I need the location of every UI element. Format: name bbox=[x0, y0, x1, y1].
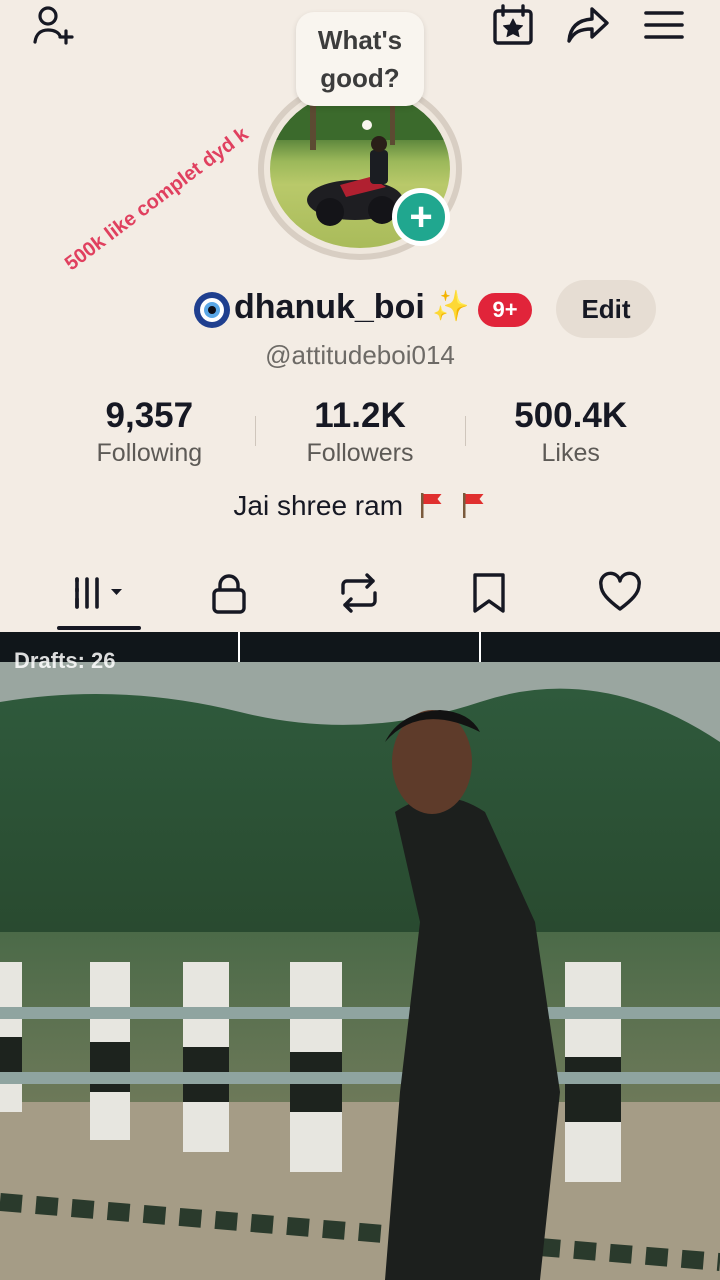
share-icon[interactable] bbox=[564, 2, 612, 48]
red-flag-icon bbox=[462, 493, 484, 518]
menu-icon[interactable] bbox=[640, 2, 688, 48]
tab-videos[interactable] bbox=[40, 560, 160, 626]
followers-count: 11.2K bbox=[314, 396, 406, 435]
username: dhanuk_boi bbox=[234, 288, 425, 326]
videos-grid-icon bbox=[75, 577, 122, 609]
stat-followers[interactable]: 11.2K Followers bbox=[254, 394, 466, 474]
speech-bubble[interactable]: What's good? bbox=[296, 12, 424, 106]
bio: Jai shree ram bbox=[0, 490, 720, 522]
sparkle-icon: ✨ bbox=[432, 290, 470, 323]
drafts-label[interactable]: Drafts: 26 bbox=[14, 648, 115, 674]
add-story-icon[interactable]: + bbox=[392, 188, 450, 246]
video-thumbnail[interactable] bbox=[0, 662, 720, 1280]
tab-private[interactable] bbox=[169, 560, 289, 626]
private-lock-icon bbox=[212, 574, 246, 614]
tab-liked[interactable] bbox=[560, 560, 680, 626]
following-count: 9,357 bbox=[105, 396, 194, 435]
likes-label: Likes bbox=[541, 439, 600, 467]
name-row: dhanuk_boi ✨ 9+ Edit bbox=[0, 280, 720, 338]
promo-text: 500k like complet dyd k bbox=[60, 123, 253, 276]
stats-row: 9,357 Following 11.2K Followers 500.4K L… bbox=[44, 394, 676, 474]
tab-favorites[interactable] bbox=[429, 560, 549, 626]
favorites-bookmark-icon bbox=[473, 573, 505, 613]
stat-likes[interactable]: 500.4K Likes bbox=[465, 394, 676, 474]
tab-reposts[interactable] bbox=[299, 560, 419, 626]
edit-profile-button[interactable]: Edit bbox=[556, 280, 656, 338]
followers-label: Followers bbox=[306, 439, 414, 467]
bio-text: Jai shree ram bbox=[233, 490, 404, 521]
video-grid: Drafts: 26 bbox=[0, 632, 720, 1280]
reposts-icon bbox=[341, 573, 377, 613]
add-friend-icon[interactable] bbox=[30, 2, 78, 48]
evil-eye-icon bbox=[194, 292, 230, 328]
liked-heart-icon bbox=[599, 571, 641, 611]
notification-badge[interactable]: 9+ bbox=[475, 290, 535, 330]
red-flag-icon bbox=[420, 493, 442, 518]
profile-tabs bbox=[0, 560, 720, 632]
creator-calendar-icon[interactable] bbox=[489, 2, 537, 48]
active-tab-indicator bbox=[57, 626, 141, 630]
stat-following[interactable]: 9,357 Following bbox=[44, 394, 255, 474]
user-handle: @attitudeboi014 bbox=[265, 340, 455, 370]
speech-bubble-tail bbox=[362, 120, 372, 130]
likes-count: 500.4K bbox=[514, 396, 628, 435]
following-label: Following bbox=[96, 439, 203, 467]
